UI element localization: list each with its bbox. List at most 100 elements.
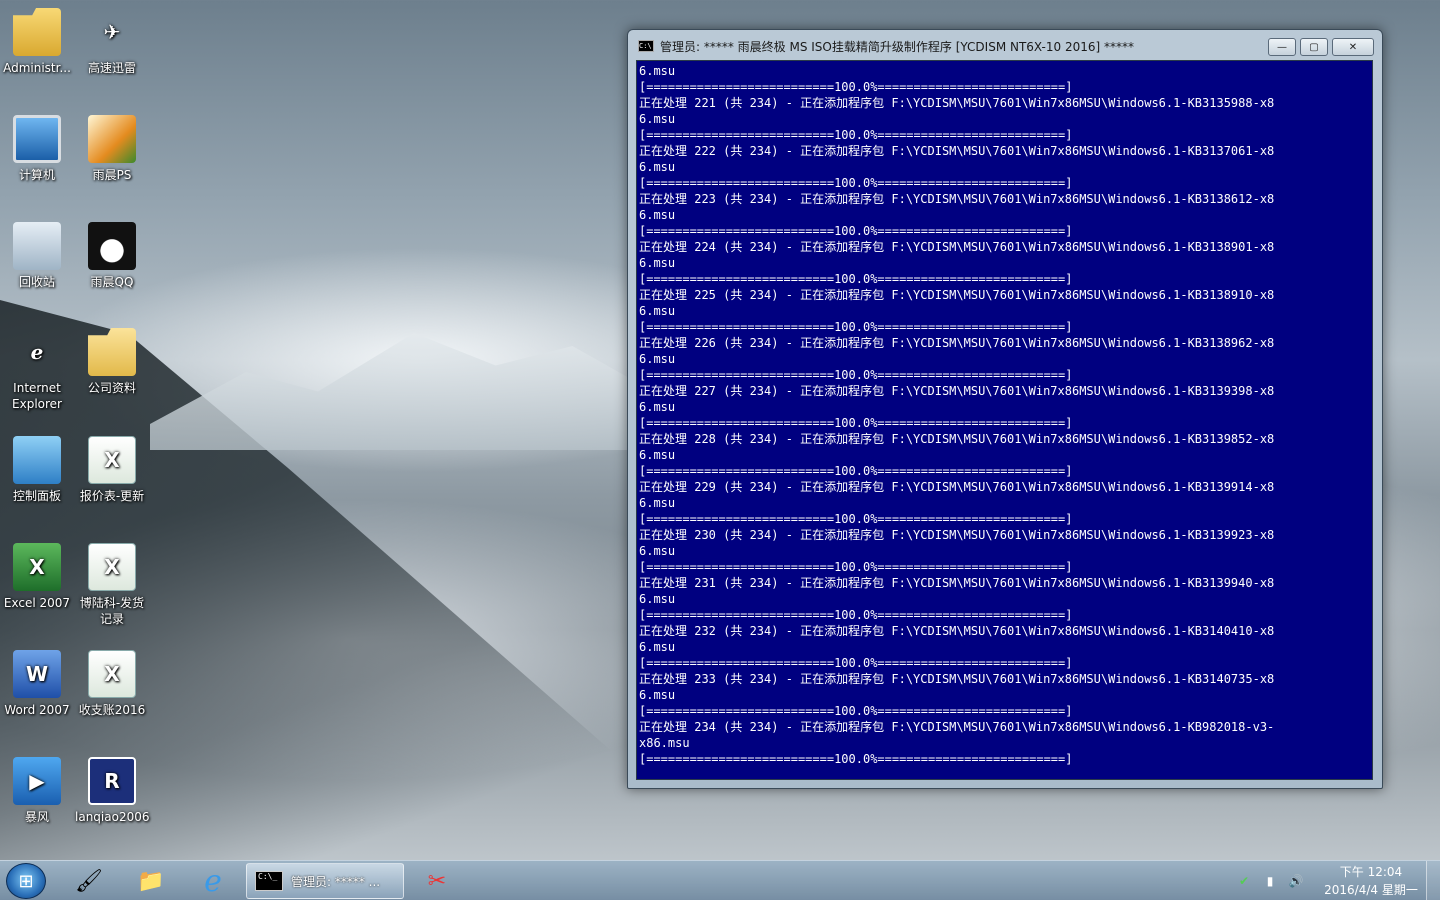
desktop-icon-label: 高速迅雷: [87, 61, 136, 75]
desktop-icon-computer[interactable]: 计算机: [0, 115, 74, 183]
console-line: [==========================100.0%=======…: [639, 272, 1073, 286]
console-line: 正在处理 222 (共 234) - 正在添加程序包 F:\YCDISM\MSU…: [639, 144, 1275, 158]
console-line: 正在处理 225 (共 234) - 正在添加程序包 F:\YCDISM\MSU…: [639, 288, 1275, 302]
console-line: 正在处理 233 (共 234) - 正在添加程序包 F:\YCDISM\MSU…: [639, 672, 1275, 686]
desktop-icon-company-folder[interactable]: 公司资料: [75, 328, 149, 396]
recycle-bin-icon: [13, 222, 61, 270]
desktop-icon-label: 雨晨PS: [92, 168, 132, 182]
console-line: [==========================100.0%=======…: [639, 320, 1073, 334]
desktop-icon-qq[interactable]: 雨晨QQ: [75, 222, 149, 290]
console-line: 正在处理 232 (共 234) - 正在添加程序包 F:\YCDISM\MSU…: [639, 624, 1275, 638]
console-line: 6.msu: [639, 112, 676, 126]
maximize-button[interactable]: ▢: [1300, 38, 1328, 56]
console-line: 6.msu: [639, 592, 676, 606]
console-line: 正在处理 229 (共 234) - 正在添加程序包 F:\YCDISM\MSU…: [639, 480, 1275, 494]
excel-file-icon: X: [88, 650, 136, 698]
desktop-icon-label: 报价表-更新: [79, 489, 145, 503]
desktop-icon-label: 控制面板: [12, 489, 61, 503]
desktop-icon-photoshop[interactable]: 雨晨PS: [75, 115, 149, 183]
taskbar-task-label: 管理员: ***** ...: [291, 874, 381, 889]
console-line: 正在处理 226 (共 234) - 正在添加程序包 F:\YCDISM\MSU…: [639, 336, 1275, 350]
console-line: [==========================100.0%=======…: [639, 752, 1073, 766]
console-line: 正在处理 228 (共 234) - 正在添加程序包 F:\YCDISM\MSU…: [639, 432, 1275, 446]
console-line: 正在处理 224 (共 234) - 正在添加程序包 F:\YCDISM\MSU…: [639, 240, 1275, 254]
network-icon[interactable]: ▮: [1262, 873, 1278, 889]
desktop-icon-internet-explorer[interactable]: e Internet Explorer: [0, 328, 74, 412]
wallpaper-mountains: [150, 333, 630, 450]
taskbar-pinned-cleaner[interactable]: 🖌: [62, 864, 116, 898]
window-titlebar[interactable]: C:\ 管理员: ***** 雨晨终极 MS ISO挂载精简升级制作程序 [YC…: [628, 30, 1382, 62]
excel-file-icon: X: [88, 543, 136, 591]
desktop-icon-label: 雨晨QQ: [90, 275, 134, 289]
desktop-icon-control-panel[interactable]: 控制面板: [0, 436, 74, 504]
desktop-icon-administrator[interactable]: Administr...: [0, 8, 74, 76]
desktop-icon-excel-2007[interactable]: X Excel 2007: [0, 543, 74, 611]
taskbar-task-tool[interactable]: ✂: [410, 864, 464, 898]
console-line: 正在处理 223 (共 234) - 正在添加程序包 F:\YCDISM\MSU…: [639, 192, 1275, 206]
taskbar-pinned-explorer[interactable]: 📁: [124, 864, 178, 898]
word-2007-icon: W: [13, 650, 61, 698]
desktop-icon-label: 公司资料: [87, 381, 136, 395]
desktop-icon-label: Word 2007: [4, 703, 70, 717]
desktop-icon-label: 博陆科-发货记录: [79, 596, 145, 626]
clock-time: 下午 12:04: [1339, 865, 1403, 879]
console-line: 6.msu: [639, 352, 676, 366]
console-line: 6.msu: [639, 448, 676, 462]
console-line: [==========================100.0%=======…: [639, 224, 1073, 238]
taskbar-task-console[interactable]: C:\_ 管理员: ***** ...: [246, 863, 404, 899]
excel-2007-icon: X: [13, 543, 61, 591]
desktop-icon-label: 回收站: [18, 275, 55, 289]
console-line: [==========================100.0%=======…: [639, 464, 1073, 478]
start-button[interactable]: ⊞: [6, 863, 46, 899]
windows-logo-icon: ⊞: [18, 870, 34, 892]
desktop-icon-label: lanqiao2006: [75, 810, 150, 824]
cmd-icon: C:\_: [255, 871, 283, 891]
photoshop-feather-icon: [88, 115, 136, 163]
console-line: [==========================100.0%=======…: [639, 560, 1073, 574]
user-folder-icon: [13, 8, 61, 56]
console-window[interactable]: C:\ 管理员: ***** 雨晨终极 MS ISO挂载精简升级制作程序 [YC…: [627, 29, 1383, 789]
desktop-icon-label: Internet Explorer: [12, 381, 62, 411]
console-line: [==========================100.0%=======…: [639, 416, 1073, 430]
desktop-icon-word-2007[interactable]: W Word 2007: [0, 650, 74, 718]
console-line: 正在处理 227 (共 234) - 正在添加程序包 F:\YCDISM\MSU…: [639, 384, 1275, 398]
desktop-icon-label: Administr...: [3, 61, 71, 75]
desktop-icon-accounts-2016[interactable]: X 收支账2016: [75, 650, 149, 718]
minimize-button[interactable]: —: [1268, 38, 1296, 56]
console-line: 6.msu: [639, 640, 676, 654]
desktop-icon-thunder[interactable]: ✈ 高速迅雷: [75, 8, 149, 76]
console-line: 6.msu: [639, 400, 676, 414]
desktop-icon-quote-sheet[interactable]: X 报价表-更新: [75, 436, 149, 504]
desktop-icon-storm[interactable]: ▶ 暴风: [0, 757, 74, 825]
security-shield-icon[interactable]: ✔: [1236, 873, 1252, 889]
taskbar-pinned-ie[interactable]: e: [186, 863, 240, 899]
console-line: 6.msu: [639, 256, 676, 270]
internet-explorer-icon: e: [30, 340, 44, 364]
console-line: [==========================100.0%=======…: [639, 512, 1073, 526]
close-button[interactable]: ✕: [1332, 38, 1374, 56]
console-line: 6.msu: [639, 160, 676, 174]
scissors-tool-icon: ✂: [427, 868, 447, 894]
desktop-icon-recycle-bin[interactable]: 回收站: [0, 222, 74, 290]
console-line: 6.msu: [639, 208, 676, 222]
console-line: [==========================100.0%=======…: [639, 80, 1073, 94]
desktop-icon-shipping-records[interactable]: X 博陆科-发货记录: [75, 543, 149, 627]
console-line: 6.msu: [639, 496, 676, 510]
desktop-icon-lanqiao[interactable]: R lanqiao2006: [75, 757, 149, 825]
console-line: 6.msu: [639, 544, 676, 558]
show-desktop-button[interactable]: [1426, 861, 1440, 900]
storm-player-icon: ▶: [13, 757, 61, 805]
console-output[interactable]: 6.msu [==========================100.0%==…: [636, 60, 1373, 780]
taskbar-clock[interactable]: 下午 12:04 2016/4/4 星期一: [1316, 863, 1426, 899]
desktop-icon-label: 暴风: [24, 810, 49, 824]
internet-explorer-icon: e: [204, 863, 222, 899]
window-title: 管理员: ***** 雨晨终极 MS ISO挂载精简升级制作程序 [YCDISM…: [660, 39, 1135, 54]
console-line: 正在处理 230 (共 234) - 正在添加程序包 F:\YCDISM\MSU…: [639, 528, 1275, 542]
excel-file-icon: X: [88, 436, 136, 484]
lanqiao-icon: R: [88, 757, 136, 805]
control-panel-icon: [13, 436, 61, 484]
cmd-icon[interactable]: C:\: [638, 40, 654, 52]
system-tray: ✔ ▮ 🔊: [1236, 873, 1304, 889]
volume-icon[interactable]: 🔊: [1288, 873, 1304, 889]
console-line: 6.msu: [639, 304, 676, 318]
